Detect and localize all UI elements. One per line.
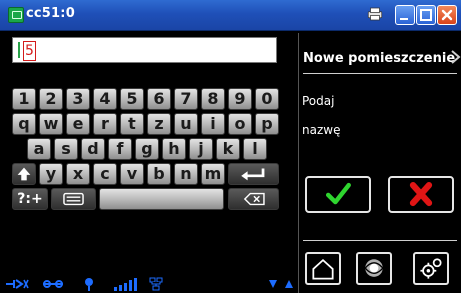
key-q[interactable]: q (12, 113, 36, 135)
settings-button[interactable] (413, 252, 449, 285)
name-input[interactable]: 5 (12, 37, 277, 63)
shift-arrow-icon (17, 167, 31, 181)
close-button[interactable] (437, 5, 457, 25)
location-pin-icon (85, 278, 93, 291)
key-x[interactable]: x (66, 163, 90, 185)
maximize-button[interactable] (416, 5, 436, 25)
app-icon (8, 7, 24, 23)
key-t[interactable]: t (120, 113, 144, 135)
key-b[interactable]: b (147, 163, 171, 185)
key-1[interactable]: 1 (12, 88, 36, 110)
print-button[interactable] (366, 5, 390, 25)
key-h[interactable]: h (162, 138, 186, 160)
text-caret (18, 42, 20, 58)
key-n[interactable]: n (174, 163, 198, 185)
key-w[interactable]: w (39, 113, 63, 135)
input-value: 5 (23, 41, 36, 61)
key-0[interactable]: 0 (255, 88, 279, 110)
key-s[interactable]: s (54, 138, 78, 160)
key-d[interactable]: d (81, 138, 105, 160)
connection-icon (6, 279, 29, 289)
window-title: cc51:0 (26, 6, 75, 21)
key-z[interactable]: z (147, 113, 171, 135)
key-4[interactable]: 4 (93, 88, 117, 110)
key-r[interactable]: r (93, 113, 117, 135)
key-f[interactable]: f (108, 138, 132, 160)
key-a[interactable]: a (27, 138, 51, 160)
keyboard-icon (63, 192, 84, 206)
panel-title: Nowe pomieszczenie (303, 51, 456, 66)
cancel-button[interactable] (388, 176, 454, 213)
maximize-icon (420, 9, 432, 21)
key-e[interactable]: e (66, 113, 90, 135)
home-button[interactable] (305, 252, 341, 285)
signal-strength-icon (114, 278, 137, 291)
enter-arrow-icon (241, 168, 265, 181)
prompt-line-2: nazwę (302, 123, 341, 137)
scroll-arrows-icon (269, 280, 293, 288)
key-p[interactable]: p (255, 113, 279, 135)
key-6[interactable]: 6 (147, 88, 171, 110)
gears-icon (420, 258, 442, 279)
network-icon (149, 277, 163, 291)
key-c[interactable]: c (93, 163, 117, 185)
panel-divider-bottom (303, 240, 457, 241)
key-k[interactable]: k (216, 138, 240, 160)
key-m[interactable]: m (201, 163, 225, 185)
key-v[interactable]: v (120, 163, 144, 185)
title-bar: cc51:0 (0, 0, 461, 31)
chevron-right-icon[interactable] (449, 48, 461, 66)
symbols-mode-key[interactable]: ?:+ (12, 188, 48, 210)
status-bar (0, 275, 298, 293)
key-9[interactable]: 9 (228, 88, 252, 110)
keyboard-layout-key[interactable] (51, 188, 96, 210)
printer-icon (367, 7, 383, 21)
key-u[interactable]: u (174, 113, 198, 135)
right-panel: Nowe pomieszczenie Podaj nazwę (298, 33, 461, 293)
key-3[interactable]: 3 (66, 88, 90, 110)
confirm-button[interactable] (305, 176, 371, 213)
minimize-icon (400, 18, 408, 20)
key-i[interactable]: i (201, 113, 225, 135)
minimize-button[interactable] (395, 5, 415, 25)
checkmark-icon (325, 182, 351, 205)
key-8[interactable]: 8 (201, 88, 225, 110)
key-2[interactable]: 2 (39, 88, 63, 110)
backspace-key[interactable] (228, 188, 279, 210)
view-button[interactable] (356, 252, 392, 285)
shift-key[interactable] (12, 163, 36, 185)
key-7[interactable]: 7 (174, 88, 198, 110)
panel-divider (303, 73, 457, 74)
link-icon (43, 280, 63, 288)
key-y[interactable]: y (39, 163, 63, 185)
key-j[interactable]: j (189, 138, 213, 160)
space-key[interactable] (99, 188, 224, 210)
home-icon (312, 258, 334, 280)
close-icon (441, 9, 453, 21)
key-5[interactable]: 5 (120, 88, 144, 110)
app-window: cc51:0 5 1 2 3 4 5 6 7 8 9 0 q w e r t z… (0, 0, 461, 293)
backspace-icon (243, 192, 265, 206)
enter-key[interactable] (228, 163, 279, 185)
x-icon (409, 182, 433, 207)
key-o[interactable]: o (228, 113, 252, 135)
eye-icon (364, 259, 384, 277)
prompt-line-1: Podaj (302, 94, 335, 108)
key-g[interactable]: g (135, 138, 159, 160)
key-l[interactable]: l (243, 138, 267, 160)
